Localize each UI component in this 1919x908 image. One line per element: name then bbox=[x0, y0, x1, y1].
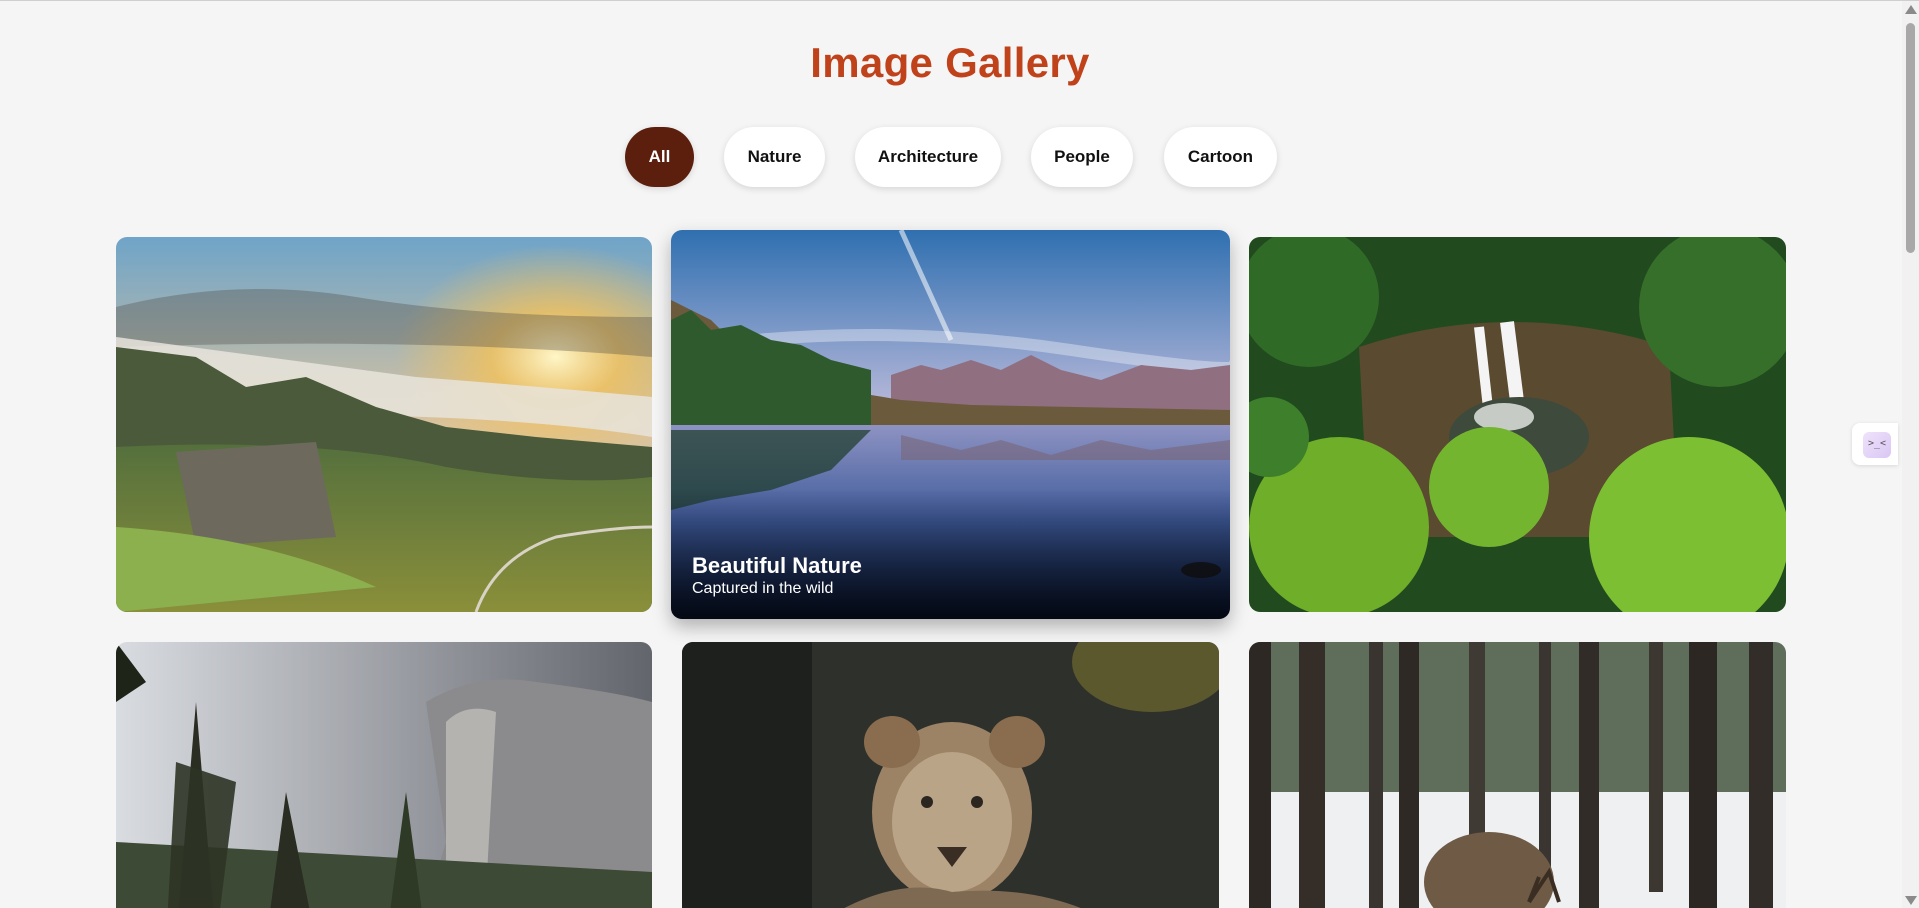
deer-image bbox=[1249, 642, 1786, 908]
filter-architecture-button[interactable]: Architecture bbox=[855, 127, 1001, 187]
filter-cartoon-button[interactable]: Cartoon bbox=[1164, 127, 1277, 187]
gallery-page: Image Gallery All Nature Architecture Pe… bbox=[0, 0, 1919, 908]
scroll-up-icon[interactable] bbox=[1905, 5, 1917, 14]
scrollbar-thumb[interactable] bbox=[1906, 23, 1915, 253]
extension-widget[interactable]: >_< bbox=[1852, 423, 1898, 465]
gallery-item-valley[interactable] bbox=[116, 237, 652, 612]
extension-icon: >_< bbox=[1863, 432, 1891, 458]
gallery-item-cliff[interactable] bbox=[116, 642, 652, 908]
gallery-item-lion[interactable] bbox=[682, 642, 1219, 908]
lion-image bbox=[682, 642, 1219, 908]
waterfall-image bbox=[1249, 237, 1786, 612]
caption-subtitle: Captured in the wild bbox=[692, 580, 834, 597]
cliff-image bbox=[116, 642, 652, 908]
valley-image bbox=[116, 237, 652, 612]
filter-nature-button[interactable]: Nature bbox=[724, 127, 825, 187]
vertical-scrollbar[interactable] bbox=[1902, 1, 1919, 908]
page-title: Image Gallery bbox=[810, 39, 1090, 86]
filter-bar: All Nature Architecture People Cartoon bbox=[0, 127, 1900, 187]
caption-overlay: Beautiful Nature Captured in the wild bbox=[671, 489, 1230, 619]
filter-all-button[interactable]: All bbox=[625, 127, 694, 187]
gallery-item-deer[interactable] bbox=[1249, 642, 1786, 908]
filter-people-button[interactable]: People bbox=[1031, 127, 1133, 187]
caption-title: Beautiful Nature bbox=[692, 553, 862, 578]
scroll-down-icon[interactable] bbox=[1905, 896, 1917, 905]
gallery-item-lake[interactable]: Beautiful Nature Captured in the wild bbox=[671, 230, 1230, 619]
gallery-item-waterfall[interactable] bbox=[1249, 237, 1786, 612]
